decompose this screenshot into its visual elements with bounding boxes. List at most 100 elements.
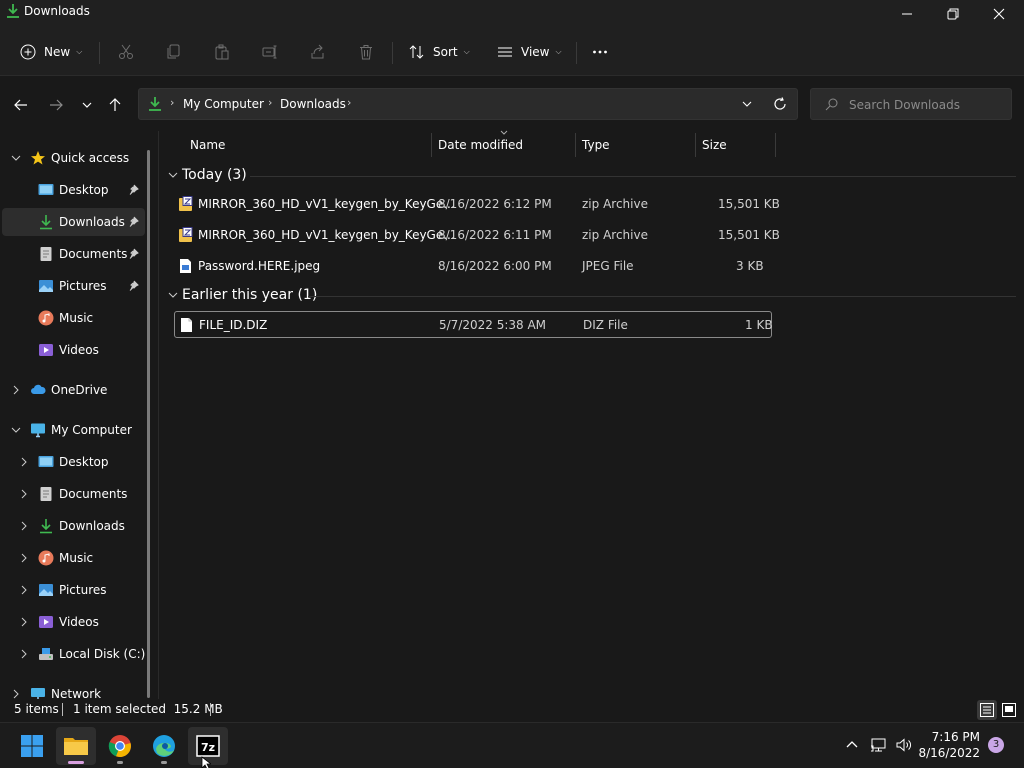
pin-icon[interactable] [128, 184, 139, 195]
view-button[interactable]: View ⌵ [497, 38, 562, 66]
pane-divider[interactable] [158, 131, 159, 699]
pin-icon[interactable] [128, 280, 139, 291]
chevron-down-icon: ⌵ [555, 47, 562, 56]
sidebar-item-videos-pc[interactable]: Videos [2, 608, 145, 636]
recent-locations-button[interactable] [76, 94, 98, 116]
chevron-right-icon[interactable] [19, 553, 29, 563]
chevron-down-icon[interactable] [11, 425, 21, 435]
folder-icon [64, 738, 88, 755]
close-button[interactable] [976, 0, 1022, 28]
network-status-icon[interactable] [870, 736, 888, 754]
arrow-left-icon [14, 99, 27, 111]
pin-icon[interactable] [128, 216, 139, 227]
details-view-button[interactable] [977, 700, 997, 720]
chevron-down-icon[interactable] [11, 153, 21, 163]
volume-icon[interactable] [895, 736, 913, 754]
paste-button[interactable] [214, 38, 230, 66]
rename-button[interactable] [262, 38, 278, 66]
desktop-icon [38, 456, 54, 467]
group-header-earlier-this-year[interactable]: Earlier this year (1) [168, 287, 317, 303]
file-icon [181, 318, 192, 332]
close-icon [993, 8, 1005, 20]
restore-button[interactable] [930, 0, 976, 28]
sidebar-item-music-pc[interactable]: Music [2, 544, 145, 572]
column-resize-handle[interactable] [575, 133, 576, 157]
address-history-chevron-icon[interactable] [741, 98, 753, 110]
sidebar-item-network[interactable]: Network [2, 680, 145, 699]
up-button[interactable] [104, 94, 126, 116]
sidebar-item-downloads-pinned[interactable]: Downloads [2, 208, 145, 236]
taskbar-chrome[interactable] [100, 727, 140, 765]
chevron-right-icon[interactable] [19, 649, 29, 659]
column-resize-handle[interactable] [695, 133, 696, 157]
pin-icon[interactable] [128, 248, 139, 259]
share-button[interactable] [310, 38, 326, 66]
chevron-up-icon[interactable] [843, 736, 861, 754]
restore-icon [947, 8, 959, 20]
chevron-right-icon[interactable] [19, 457, 29, 467]
breadcrumb-chevron-icon[interactable]: › [170, 96, 174, 109]
chevron-right-icon[interactable] [19, 585, 29, 595]
rename-icon [262, 45, 277, 59]
chevron-right-icon[interactable] [19, 617, 29, 627]
chevron-right-icon[interactable] [11, 385, 21, 395]
table-row[interactable]: MIRROR_360_HD_vV1_keygen_by_KeyGe... 8/1… [174, 222, 780, 249]
table-row[interactable]: Password.HERE.jpeg 8/16/2022 6:00 PM JPE… [174, 253, 772, 280]
sidebar-item-my-computer[interactable]: My Computer [2, 416, 145, 444]
minimize-icon [902, 13, 912, 15]
share-icon [311, 44, 324, 59]
column-header-date[interactable]: Date modified [438, 138, 523, 152]
sidebar-item-pictures-pinned[interactable]: Pictures [2, 272, 145, 300]
column-header-size[interactable]: Size [702, 138, 727, 152]
chevron-right-icon[interactable] [19, 489, 29, 499]
navigation-scrollbar[interactable] [147, 150, 150, 698]
chevron-right-icon[interactable] [11, 689, 21, 699]
sidebar-item-local-disk[interactable]: Local Disk (C:) [2, 640, 145, 668]
table-row[interactable]: MIRROR_360_HD_vV1_keygen_by_KeyGe... 8/1… [174, 191, 780, 218]
group-header-today[interactable]: Today (3) [168, 167, 247, 183]
sidebar-item-videos[interactable]: Videos [2, 336, 145, 364]
chevron-right-icon[interactable] [19, 521, 29, 531]
breadcrumb-downloads[interactable]: Downloads [280, 97, 346, 111]
search-box[interactable] [810, 88, 1012, 120]
system-clock[interactable]: 7:16 PM 8/16/2022 [918, 729, 980, 761]
start-button[interactable] [12, 727, 52, 765]
7zip-icon: 7z [196, 735, 220, 757]
cut-button[interactable] [118, 38, 134, 66]
sidebar-item-onedrive[interactable]: OneDrive [2, 376, 145, 404]
search-input[interactable] [849, 96, 1004, 114]
sidebar-item-music[interactable]: Music [2, 304, 145, 332]
table-row-selected[interactable]: FILE_ID.DIZ 5/7/2022 5:38 AM DIZ File 1 … [174, 311, 773, 338]
large-icons-view-button[interactable] [999, 700, 1019, 720]
column-header-type[interactable]: Type [582, 138, 610, 152]
sidebar-item-desktop-pinned[interactable]: Desktop [2, 176, 145, 204]
back-button[interactable] [10, 94, 32, 116]
column-resize-handle[interactable] [775, 133, 776, 157]
forward-button[interactable] [45, 94, 67, 116]
column-resize-handle[interactable] [431, 133, 432, 157]
more-options-button[interactable] [592, 38, 608, 66]
sidebar-item-downloads[interactable]: Downloads [2, 512, 145, 540]
sidebar-item-documents-pinned[interactable]: Documents [2, 240, 145, 268]
sidebar-item-desktop[interactable]: Desktop [2, 448, 145, 476]
sidebar-item-quick-access[interactable]: Quick access [2, 144, 145, 172]
arrow-right-icon [50, 99, 63, 111]
minimize-button[interactable] [884, 0, 930, 28]
delete-button[interactable] [358, 38, 374, 66]
sort-button[interactable]: Sort ⌵ [409, 38, 470, 66]
network-icon [31, 688, 45, 699]
sidebar-item-documents[interactable]: Documents [2, 480, 145, 508]
address-bar[interactable]: › My Computer › Downloads › [138, 88, 798, 120]
taskbar: 7z 7:16 PM 8/16/2022 3 [0, 722, 1024, 768]
taskbar-file-explorer[interactable] [56, 727, 96, 765]
refresh-icon[interactable] [773, 97, 787, 111]
breadcrumb-my-computer[interactable]: My Computer [183, 97, 264, 111]
notification-badge[interactable]: 3 [988, 737, 1004, 753]
copy-button[interactable] [166, 38, 182, 66]
column-header-name[interactable]: Name [190, 138, 225, 152]
taskbar-edge[interactable] [144, 727, 184, 765]
breadcrumb-chevron-icon[interactable]: › [268, 96, 272, 109]
sidebar-item-pictures[interactable]: Pictures [2, 576, 145, 604]
breadcrumb-chevron-icon[interactable]: › [347, 96, 351, 109]
new-button[interactable]: New ⌵ [20, 38, 82, 66]
